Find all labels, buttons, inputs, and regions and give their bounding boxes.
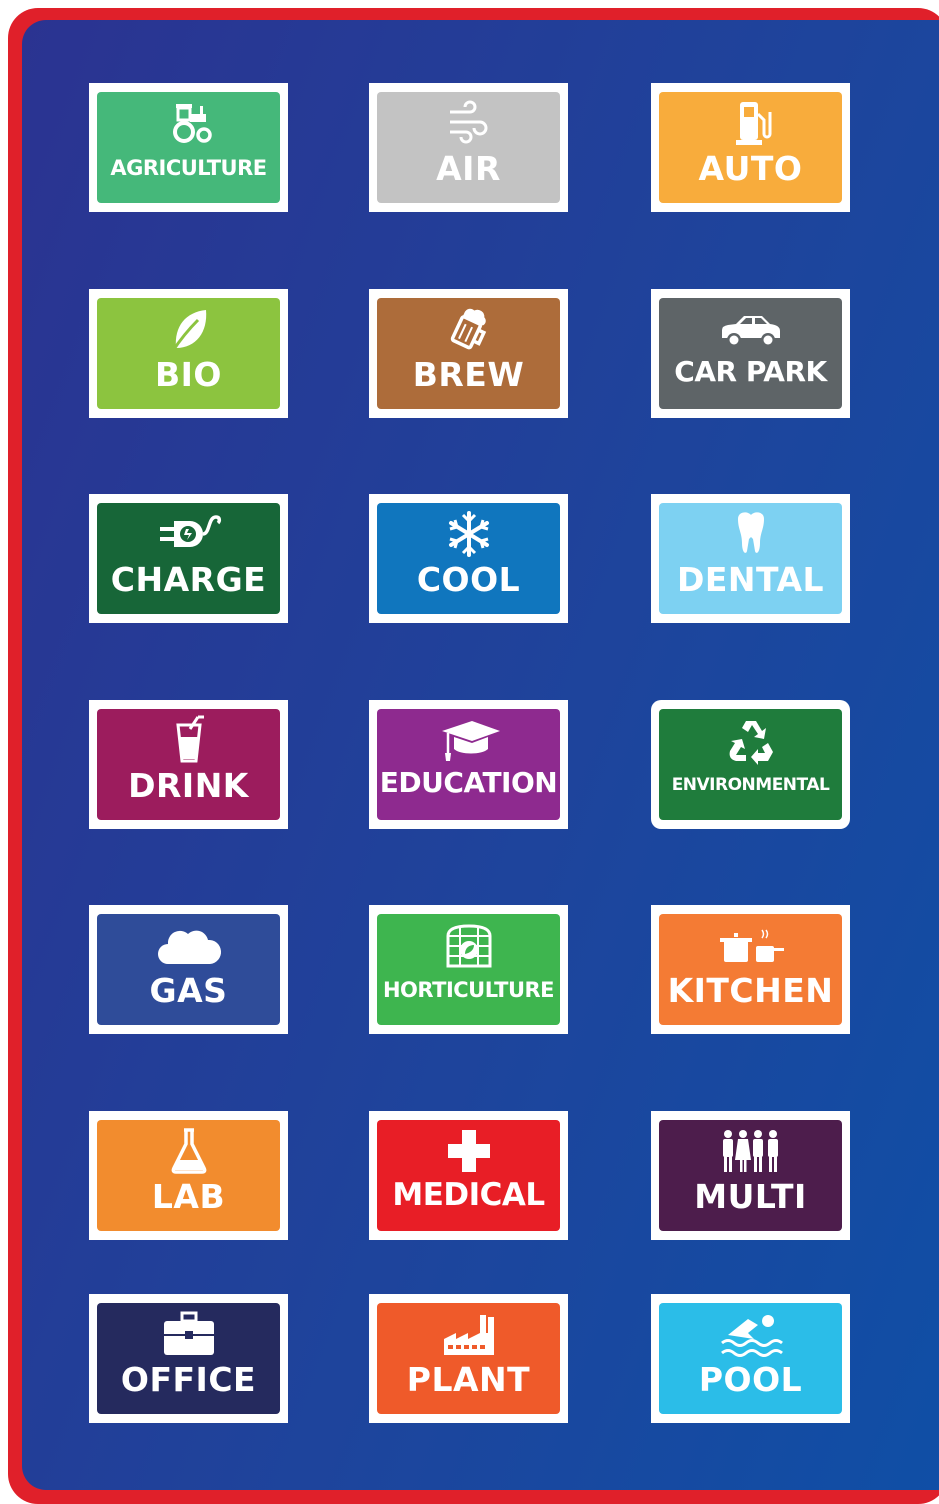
- sign-face: KITCHEN: [659, 914, 842, 1025]
- sign-face: AGRICULTURE: [97, 92, 280, 203]
- sign-label: CHARGE: [110, 560, 267, 599]
- briefcase-icon: [149, 1307, 229, 1361]
- sign-multi: MULTI: [651, 1111, 850, 1240]
- sign-face: CHARGE: [97, 503, 280, 614]
- sign-label: GAS: [149, 971, 228, 1010]
- sign-face: MEDICAL: [377, 1120, 560, 1231]
- sign-face: POOL: [659, 1303, 842, 1414]
- drink-cup-icon: [149, 713, 229, 767]
- sign-label: MEDICAL: [392, 1177, 545, 1213]
- sign-label: MULTI: [694, 1177, 807, 1216]
- sign-face: MULTI: [659, 1120, 842, 1231]
- sign-office: OFFICE: [89, 1294, 288, 1423]
- sign-label: BREW: [412, 355, 525, 394]
- cloud-icon: [149, 918, 229, 972]
- sign-face: EDUCATION: [377, 709, 560, 820]
- cooking-pots-icon: [711, 918, 791, 972]
- fuel-pump-icon: [711, 96, 791, 150]
- wind-icon: [429, 96, 509, 150]
- sign-label: EDUCATION: [379, 766, 558, 799]
- sign-face: LAB: [97, 1120, 280, 1231]
- sign-auto: AUTO: [651, 83, 850, 212]
- sign-label: AUTO: [698, 149, 803, 188]
- sign-face: OFFICE: [97, 1303, 280, 1414]
- sign-face: GAS: [97, 914, 280, 1025]
- sign-face: PLANT: [377, 1303, 560, 1414]
- sign-brew: BREW: [369, 289, 568, 418]
- sign-face: AIR: [377, 92, 560, 203]
- beer-mug-icon: [429, 302, 509, 356]
- sign-face: HORTICULTURE: [377, 914, 560, 1025]
- recycle-icon: [711, 713, 791, 767]
- sign-face: ENVIRONMENTAL: [659, 709, 842, 820]
- sign-education: EDUCATION: [369, 700, 568, 829]
- sign-gas: GAS: [89, 905, 288, 1034]
- leaf-icon: [149, 302, 229, 356]
- sign-face: BREW: [377, 298, 560, 409]
- sign-face: AUTO: [659, 92, 842, 203]
- swimmer-icon: [711, 1307, 791, 1361]
- sign-label: OFFICE: [120, 1360, 257, 1399]
- sign-label: DENTAL: [676, 560, 825, 599]
- sign-label: HORTICULTURE: [382, 978, 555, 1002]
- medical-cross-icon: [429, 1124, 509, 1178]
- tooth-icon: [711, 507, 791, 561]
- ev-plug-icon: [149, 507, 229, 561]
- sign-face: COOL: [377, 503, 560, 614]
- sign-face: CAR PARK: [659, 298, 842, 409]
- people-icon: [711, 1124, 791, 1178]
- sign-pool: POOL: [651, 1294, 850, 1423]
- sign-face: BIO: [97, 298, 280, 409]
- sign-plant: PLANT: [369, 1294, 568, 1423]
- sign-face: DRINK: [97, 709, 280, 820]
- sign-label: AIR: [436, 149, 501, 188]
- sign-label: AGRICULTURE: [110, 156, 267, 180]
- sign-cool: COOL: [369, 494, 568, 623]
- sign-environmental: ENVIRONMENTAL: [651, 700, 850, 829]
- sign-car-park: CAR PARK: [651, 289, 850, 418]
- sign-label: KITCHEN: [667, 971, 834, 1010]
- sign-horticulture: HORTICULTURE: [369, 905, 568, 1034]
- sign-label: COOL: [416, 560, 521, 599]
- sign-lab: LAB: [89, 1111, 288, 1240]
- graduation-cap-icon: [429, 713, 509, 767]
- sign-label: ENVIRONMENTAL: [671, 775, 830, 795]
- flask-icon: [149, 1124, 229, 1178]
- sign-bio: BIO: [89, 289, 288, 418]
- sign-charge: CHARGE: [89, 494, 288, 623]
- sign-label: LAB: [151, 1177, 226, 1216]
- sign-label: BIO: [155, 355, 222, 394]
- sign-medical: MEDICAL: [369, 1111, 568, 1240]
- sign-dental: DENTAL: [651, 494, 850, 623]
- sign-air: AIR: [369, 83, 568, 212]
- sign-label: CAR PARK: [674, 355, 827, 388]
- tractor-icon: [149, 96, 229, 150]
- sign-label: PLANT: [406, 1360, 531, 1399]
- sign-drink: DRINK: [89, 700, 288, 829]
- snowflake-icon: [429, 507, 509, 561]
- sign-face: DENTAL: [659, 503, 842, 614]
- greenhouse-icon: [429, 918, 509, 972]
- factory-icon: [429, 1307, 509, 1361]
- sign-kitchen: KITCHEN: [651, 905, 850, 1034]
- sign-agriculture: AGRICULTURE: [89, 83, 288, 212]
- car-icon: [711, 302, 791, 356]
- sign-label: POOL: [698, 1360, 803, 1399]
- sign-label: DRINK: [128, 766, 249, 805]
